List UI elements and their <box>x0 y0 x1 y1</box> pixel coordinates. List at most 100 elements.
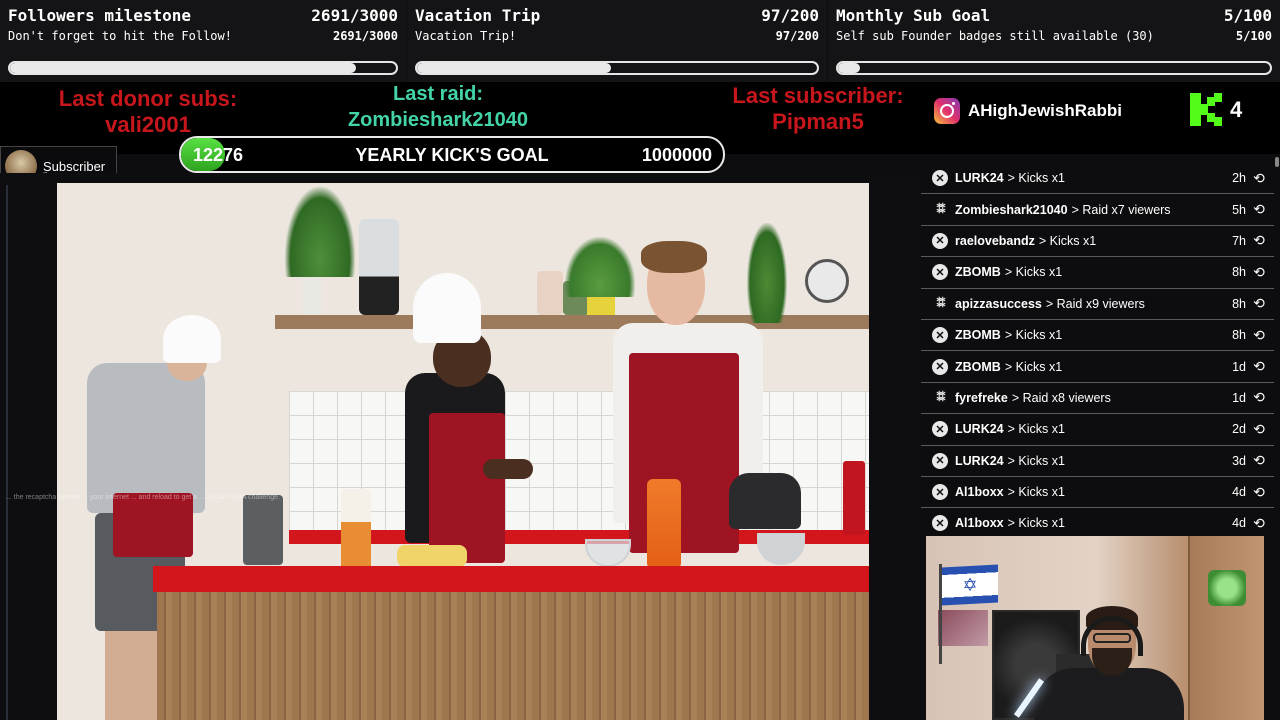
kick-count: 4 <box>1230 96 1243 122</box>
kick-counter: 4 <box>1190 93 1242 126</box>
replay-icon[interactable]: ⟲ <box>1252 358 1266 375</box>
person-left-hoodie <box>87 363 205 513</box>
plant <box>747 223 787 323</box>
vacation-goal-panel: Vacation Trip 97/200 Vacation Trip! 97/200 <box>407 0 827 82</box>
event-time: 2h <box>1232 171 1246 186</box>
event-action: > Raid x7 viewers <box>1071 202 1171 217</box>
kick-icon: ✕ <box>932 232 948 249</box>
event-user: LURK24 <box>955 422 1004 437</box>
instagram-handle[interactable]: AHighJewishRabbi <box>934 98 1122 124</box>
event-row[interactable]: ⁑⁑ Zombieshark21040 > Raid x7 viewers 5h ⟲ <box>921 194 1274 226</box>
event-action: > Kicks x1 <box>1007 171 1065 186</box>
raid-icon: ⁑⁑ <box>936 204 946 217</box>
goal-subtitle: Don't forget to hit the Follow! <box>8 29 232 43</box>
goal-title: Monthly Sub Goal <box>836 6 991 25</box>
event-action: > Kicks x1 <box>1004 359 1063 374</box>
kick-icon: ✕ <box>932 452 948 469</box>
last-donor-label: Last donor subs: <box>58 86 238 111</box>
goal-progress-fill <box>417 63 611 73</box>
event-row[interactable]: ✕ LURK24 > Kicks x1 2h ⟲ <box>921 163 1274 195</box>
event-row[interactable]: ✕ Al1boxx > Kicks x1 4d ⟲ <box>921 508 1274 537</box>
kick-icon: ✕ <box>932 421 948 438</box>
last-donor: Last donor subs: vali2001 <box>40 86 256 138</box>
goal-subtitle: Self sub Founder badges still available … <box>836 29 1154 43</box>
replay-icon[interactable]: ⟲ <box>1252 515 1266 532</box>
event-action: > Kicks x1 <box>1038 233 1097 248</box>
replay-icon[interactable]: ⟲ <box>1252 232 1266 249</box>
event-row[interactable]: ✕ LURK24 > Kicks x1 3d ⟲ <box>921 446 1274 477</box>
events-scrollbar[interactable] <box>1274 155 1280 537</box>
video-side-line <box>6 185 8 720</box>
kick-icon: ✕ <box>932 170 948 187</box>
jar <box>537 271 563 315</box>
event-user: Zombieshark21040 <box>955 202 1068 217</box>
replay-icon[interactable]: ⟲ <box>1252 327 1266 344</box>
followers-goal-panel: Followers milestone 2691/3000 Don't forge… <box>0 0 406 82</box>
orange-bag <box>647 479 681 569</box>
replay-icon[interactable]: ⟲ <box>1252 295 1266 312</box>
replay-icon[interactable]: ⟲ <box>1252 264 1266 281</box>
event-action: > Kicks x1 <box>1007 485 1065 500</box>
apron <box>429 413 505 563</box>
red-thermos <box>843 461 865 535</box>
event-time: 4d <box>1232 485 1246 500</box>
event-time: 5h <box>1232 202 1246 217</box>
webcam: ✡ <box>926 536 1264 720</box>
goal-progress-bar <box>836 61 1272 75</box>
counter-top <box>153 566 869 592</box>
replay-icon[interactable]: ⟲ <box>1252 484 1266 501</box>
events-scrollbar-thumb[interactable] <box>1275 157 1279 167</box>
recent-events-list[interactable]: ✕ LURK24 > Kicks x1 2h ⟲ ⁑⁑ Zombieshark21040 > … <box>921 163 1274 537</box>
event-row[interactable]: ✕ ZBOMB > Kicks x1 8h ⟲ <box>921 320 1274 352</box>
painting <box>938 610 988 646</box>
last-subscriber-label: Last subscriber: <box>732 83 904 108</box>
goal-count: 5/100 <box>1223 6 1272 25</box>
replay-icon[interactable]: ⟲ <box>1252 170 1266 187</box>
instagram-icon <box>934 98 960 124</box>
last-raid-label: Last raid: <box>392 83 484 105</box>
replay-icon[interactable]: ⟲ <box>1252 452 1266 469</box>
knife-block <box>243 495 283 565</box>
event-time: 2d <box>1232 422 1246 437</box>
event-time: 7h <box>1232 233 1246 248</box>
goal-progress-fill <box>10 63 357 73</box>
event-action: > Raid x9 viewers <box>1045 296 1145 311</box>
event-row[interactable]: ✕ LURK24 > Kicks x1 2d ⟲ <box>921 414 1274 446</box>
event-row[interactable]: ✕ Al1boxx > Kicks x1 4d ⟲ <box>921 477 1274 509</box>
replay-icon[interactable]: ⟲ <box>1252 389 1266 406</box>
video-player[interactable] <box>57 183 869 720</box>
event-action: > Kicks x1 <box>1007 422 1065 437</box>
event-row[interactable]: ⁑⁑ apizzasuccess > Raid x9 viewers 8h ⟲ <box>921 289 1274 320</box>
kick-icon: ✕ <box>932 484 948 501</box>
event-user: ZBOMB <box>955 265 1001 280</box>
goal-progress-bar <box>8 61 398 75</box>
event-row[interactable]: ✕ raelovebandz > Kicks x1 7h ⟲ <box>921 226 1274 258</box>
event-user: raelovebandz <box>955 233 1035 248</box>
blender <box>359 219 399 315</box>
event-row[interactable]: ✕ ZBOMB > Kicks x1 8h ⟲ <box>921 257 1274 289</box>
last-subscriber-name: Pipman5 <box>772 109 864 134</box>
goal-progress-bar <box>415 61 819 75</box>
event-action: > Kicks x1 <box>1004 265 1063 280</box>
replay-icon[interactable]: ⟲ <box>1252 421 1266 438</box>
event-row[interactable]: ✕ ZBOMB > Kicks x1 1d ⟲ <box>921 351 1274 383</box>
event-user: ZBOMB <box>955 328 1001 343</box>
event-row[interactable]: ⁑⁑ fyrefreke > Raid x8 viewers 1d ⟲ <box>921 383 1274 415</box>
replay-icon[interactable]: ⟲ <box>1252 201 1266 218</box>
raid-icon: ⁑⁑ <box>936 298 946 311</box>
green-lamp <box>1208 570 1246 606</box>
plant <box>285 187 355 277</box>
last-raid: Last raid: Zombieshark21040 <box>328 81 548 133</box>
recaptcha-watermark: ... the recaptcha service ... your inter… <box>6 494 280 501</box>
kick-icon: ✕ <box>932 327 948 344</box>
event-time: 4d <box>1232 516 1246 531</box>
black-bag <box>729 473 801 529</box>
last-donor-name: vali2001 <box>105 112 191 137</box>
yearly-goal-target: 1000000 <box>641 145 712 165</box>
goal-subtitle: Vacation Trip! <box>415 29 517 43</box>
event-user: Al1boxx <box>955 485 1004 500</box>
event-time: 1d <box>1232 390 1246 405</box>
metal-bowl <box>757 533 805 565</box>
event-user: fyrefreke <box>955 390 1008 405</box>
goal-title: Vacation Trip <box>415 6 541 25</box>
